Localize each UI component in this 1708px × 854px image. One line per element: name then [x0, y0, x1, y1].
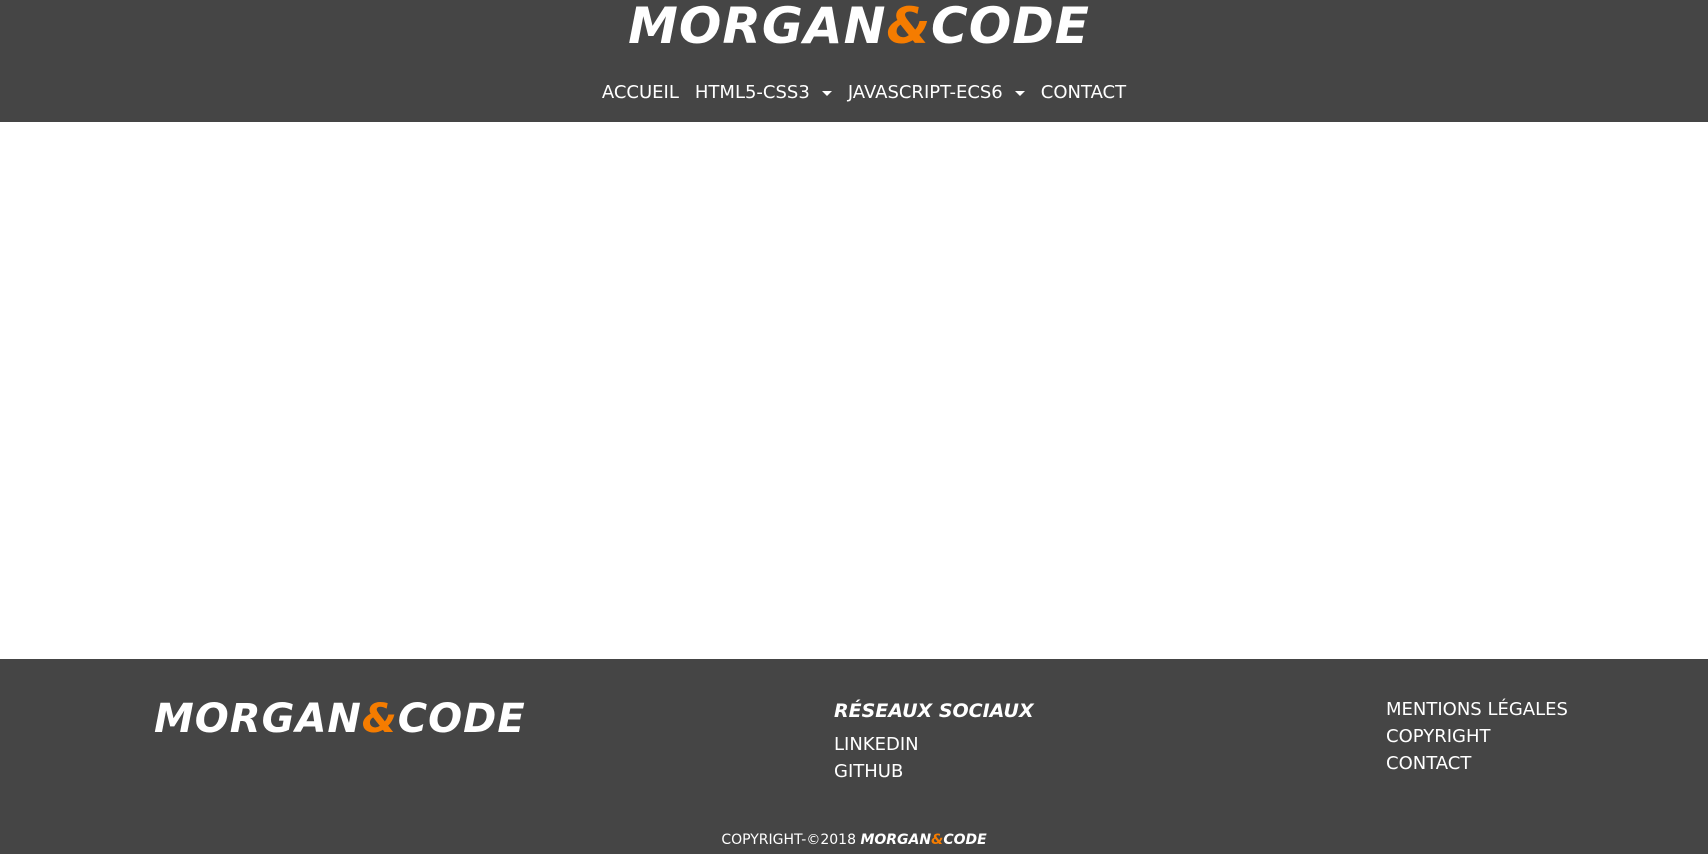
site-header: MORGAN&CODE ACCUEIL HTML5-CSS3 JAVASCRIP…: [0, 0, 1708, 122]
footer-contact-link[interactable]: CONTACT: [1386, 750, 1568, 777]
nav-item-accueil[interactable]: ACCUEIL: [602, 80, 679, 106]
nav-item-label: JAVASCRIPT-ECS6: [847, 82, 1003, 103]
site-footer: MORGAN&CODE RÉSEAUX SOCIAUX LINKEDIN GIT…: [0, 659, 1708, 854]
linkedin-link[interactable]: LINKEDIN: [834, 731, 1034, 758]
nav-item-javascript-ecs6[interactable]: JAVASCRIPT-ECS6: [848, 80, 1025, 106]
legal-section: MENTIONS LÉGALES COPYRIGHT CONTACT: [1386, 696, 1568, 777]
logo-part1: MORGAN: [628, 0, 887, 55]
mentions-legales-link[interactable]: MENTIONS LÉGALES: [1386, 696, 1568, 723]
footer-logo[interactable]: MORGAN&CODE: [154, 695, 526, 743]
social-section: RÉSEAUX SOCIAUX LINKEDIN GITHUB: [834, 697, 1034, 785]
logo-part2: CODE: [931, 0, 1090, 55]
logo-ampersand: &: [931, 832, 944, 848]
copyright-brand: MORGAN&CODE: [860, 832, 986, 848]
copyright-link[interactable]: COPYRIGHT: [1386, 723, 1568, 750]
nav-item-label: CONTACT: [1040, 82, 1127, 103]
main-nav: ACCUEIL HTML5-CSS3 JAVASCRIPT-ECS6 CONTA…: [0, 80, 1708, 106]
social-title: RÉSEAUX SOCIAUX: [834, 700, 1034, 722]
logo-ampersand: &: [886, 0, 932, 55]
caret-down-icon: [821, 90, 832, 96]
main-content: [0, 122, 1708, 659]
github-link[interactable]: GITHUB: [834, 758, 1034, 785]
caret-down-icon: [1014, 90, 1025, 96]
nav-item-label: HTML5-CSS3: [694, 82, 810, 103]
logo-ampersand: &: [361, 696, 398, 742]
header-logo[interactable]: MORGAN&CODE: [0, 0, 1708, 56]
logo-part2: CODE: [397, 696, 526, 742]
copyright-text: COPYRIGHT-©2018: [721, 832, 856, 848]
nav-item-html5-css3[interactable]: HTML5-CSS3: [695, 80, 832, 106]
logo-part2: CODE: [943, 832, 987, 848]
nav-item-contact[interactable]: CONTACT: [1041, 80, 1126, 106]
logo-part1: MORGAN: [860, 832, 932, 848]
copyright-line: COPYRIGHT-©2018 MORGAN&CODE: [0, 830, 1708, 850]
logo-part1: MORGAN: [154, 696, 362, 742]
nav-item-label: ACCUEIL: [601, 82, 679, 103]
